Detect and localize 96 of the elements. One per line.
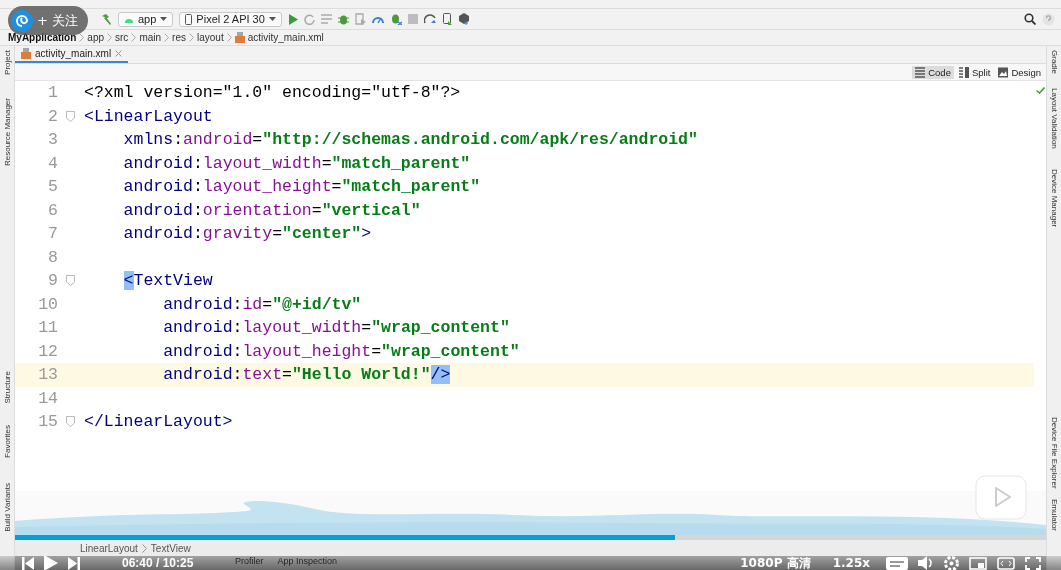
tool-window-tab[interactable]: App Inspection (277, 556, 338, 570)
line-number: 9 (47, 271, 59, 291)
line-number: 13 (37, 365, 59, 385)
breadcrumb-item[interactable]: src (115, 32, 129, 43)
fold-marker-icon[interactable] (66, 110, 75, 122)
structure-path-item[interactable]: TextView (150, 542, 191, 554)
previous-icon[interactable] (22, 556, 34, 570)
close-icon[interactable] (115, 50, 123, 57)
code-line: xmlns:android="http://schemas.android.com/apk/res/android" (122, 130, 698, 150)
chevron-icon (164, 33, 170, 42)
help-icon[interactable] (1042, 12, 1055, 26)
run-config-dropdown[interactable]: app (118, 11, 174, 27)
chevron-icon (188, 33, 194, 42)
tool-window-tab[interactable]: Build Variants (2, 483, 12, 533)
bug-icon[interactable] (337, 13, 349, 25)
fold-marker-icon[interactable] (66, 275, 75, 287)
rerun-icon[interactable] (303, 13, 315, 25)
code-line: android:layout_height="wrap_content" (162, 341, 520, 361)
search-icon[interactable] (1024, 13, 1036, 25)
fullscreen-icon[interactable] (1025, 556, 1041, 570)
line-number: 10 (37, 294, 59, 314)
settings-icon[interactable] (944, 555, 959, 570)
tool-window-tab[interactable]: Gradle (1049, 50, 1059, 74)
run-icon[interactable] (287, 13, 298, 25)
fold-marker-icon[interactable] (66, 416, 75, 428)
tool-window-tab[interactable]: Device File Explorer (1049, 417, 1059, 489)
tool-window-tab[interactable]: Project (2, 50, 12, 75)
caret-icon (160, 17, 168, 21)
breadcrumb-item[interactable]: app (87, 32, 105, 43)
line-number: 11 (37, 318, 59, 338)
tool-window-tab[interactable]: Structure (2, 370, 12, 404)
xml-file-icon (21, 48, 31, 59)
phone-icon (185, 13, 193, 25)
code-line: android:gravity="center"> (122, 224, 372, 244)
line-number: 15 (37, 412, 59, 432)
breadcrumb-item[interactable]: MyApplication (8, 32, 77, 43)
widescreen-icon[interactable] (997, 556, 1015, 570)
code-line: android:layout_width="match_parent" (122, 153, 471, 173)
xml-file-icon (234, 32, 245, 43)
view-mode-button[interactable]: Design (995, 65, 1044, 79)
line-number: 14 (37, 388, 59, 408)
phone-icon[interactable] (442, 13, 452, 25)
view-mode-button[interactable]: Code (912, 65, 954, 79)
line-number: 3 (47, 130, 59, 150)
code-line: </LinearLayout> (83, 412, 233, 432)
code-line: android:layout_height="match_parent" (122, 177, 481, 197)
device-dropdown[interactable]: Pixel 2 API 30 (179, 11, 282, 27)
swirl-logo-icon (11, 9, 33, 32)
breadcrumb-item[interactable]: activity_main.xml (247, 32, 324, 43)
breadcrumb-item[interactable]: main (139, 32, 162, 43)
breadcrumb-item[interactable]: layout (196, 32, 224, 43)
tool-window-tab[interactable]: Favorites (2, 425, 12, 459)
cube-icon[interactable] (457, 13, 470, 25)
line-number: 12 (37, 341, 59, 361)
tool-window-tab[interactable]: Resource Manager (2, 97, 12, 166)
bug-icon[interactable] (389, 13, 402, 25)
chevron-icon (107, 33, 113, 42)
line-number: 2 (47, 106, 59, 126)
code-line: android:text="Hello World!"/> (162, 365, 451, 385)
hammer-icon[interactable] (100, 13, 112, 25)
line-number: 1 (47, 83, 59, 103)
view-mode-button[interactable]: Split (955, 65, 994, 79)
sync-icon[interactable] (423, 13, 437, 25)
tool-window-tab[interactable]: Device Manager (1049, 168, 1059, 228)
playback-time: 06:40 / 10:25 (122, 556, 194, 570)
caret-icon (268, 17, 276, 21)
speed-button[interactable]: 1.25x (826, 555, 876, 570)
chevron-icon (141, 543, 147, 553)
coverage-icon[interactable] (354, 13, 366, 25)
code-line: <TextView (122, 271, 213, 291)
structure-path-item[interactable]: LinearLayout (80, 542, 138, 554)
split-view-icon (958, 66, 969, 78)
chevron-icon (131, 33, 137, 42)
code-line: android:orientation="vertical" (122, 200, 421, 220)
line-number: 8 (47, 247, 59, 267)
lines-icon (915, 66, 926, 78)
next-icon[interactable] (68, 556, 80, 570)
chevron-icon (226, 33, 232, 42)
play-icon[interactable] (44, 555, 58, 570)
quality-button[interactable]: 1080P 高清 (734, 553, 817, 570)
line-number: 7 (47, 224, 59, 244)
code-line: android:layout_width="wrap_content" (162, 318, 510, 338)
check-icon (1035, 87, 1045, 94)
code-line: <LinearLayout (83, 106, 213, 126)
code-line: <?xml version="1.0" encoding="utf-8"?> (83, 83, 461, 103)
tool-window-tab[interactable]: Profiler (235, 556, 264, 570)
picture-in-picture-icon[interactable] (969, 556, 987, 570)
line-number: 5 (47, 177, 59, 197)
breadcrumb-item[interactable]: res (172, 32, 186, 43)
line-number: 6 (47, 200, 59, 220)
tool-window-tab[interactable]: Layout Validation (1049, 88, 1059, 149)
volume-icon[interactable] (918, 556, 934, 570)
line-number: 4 (47, 153, 59, 173)
tool-window-tab[interactable]: Emulator (1049, 498, 1059, 531)
code-line: android:id="@+id/tv" (162, 294, 362, 314)
gauge-icon[interactable] (371, 14, 384, 24)
